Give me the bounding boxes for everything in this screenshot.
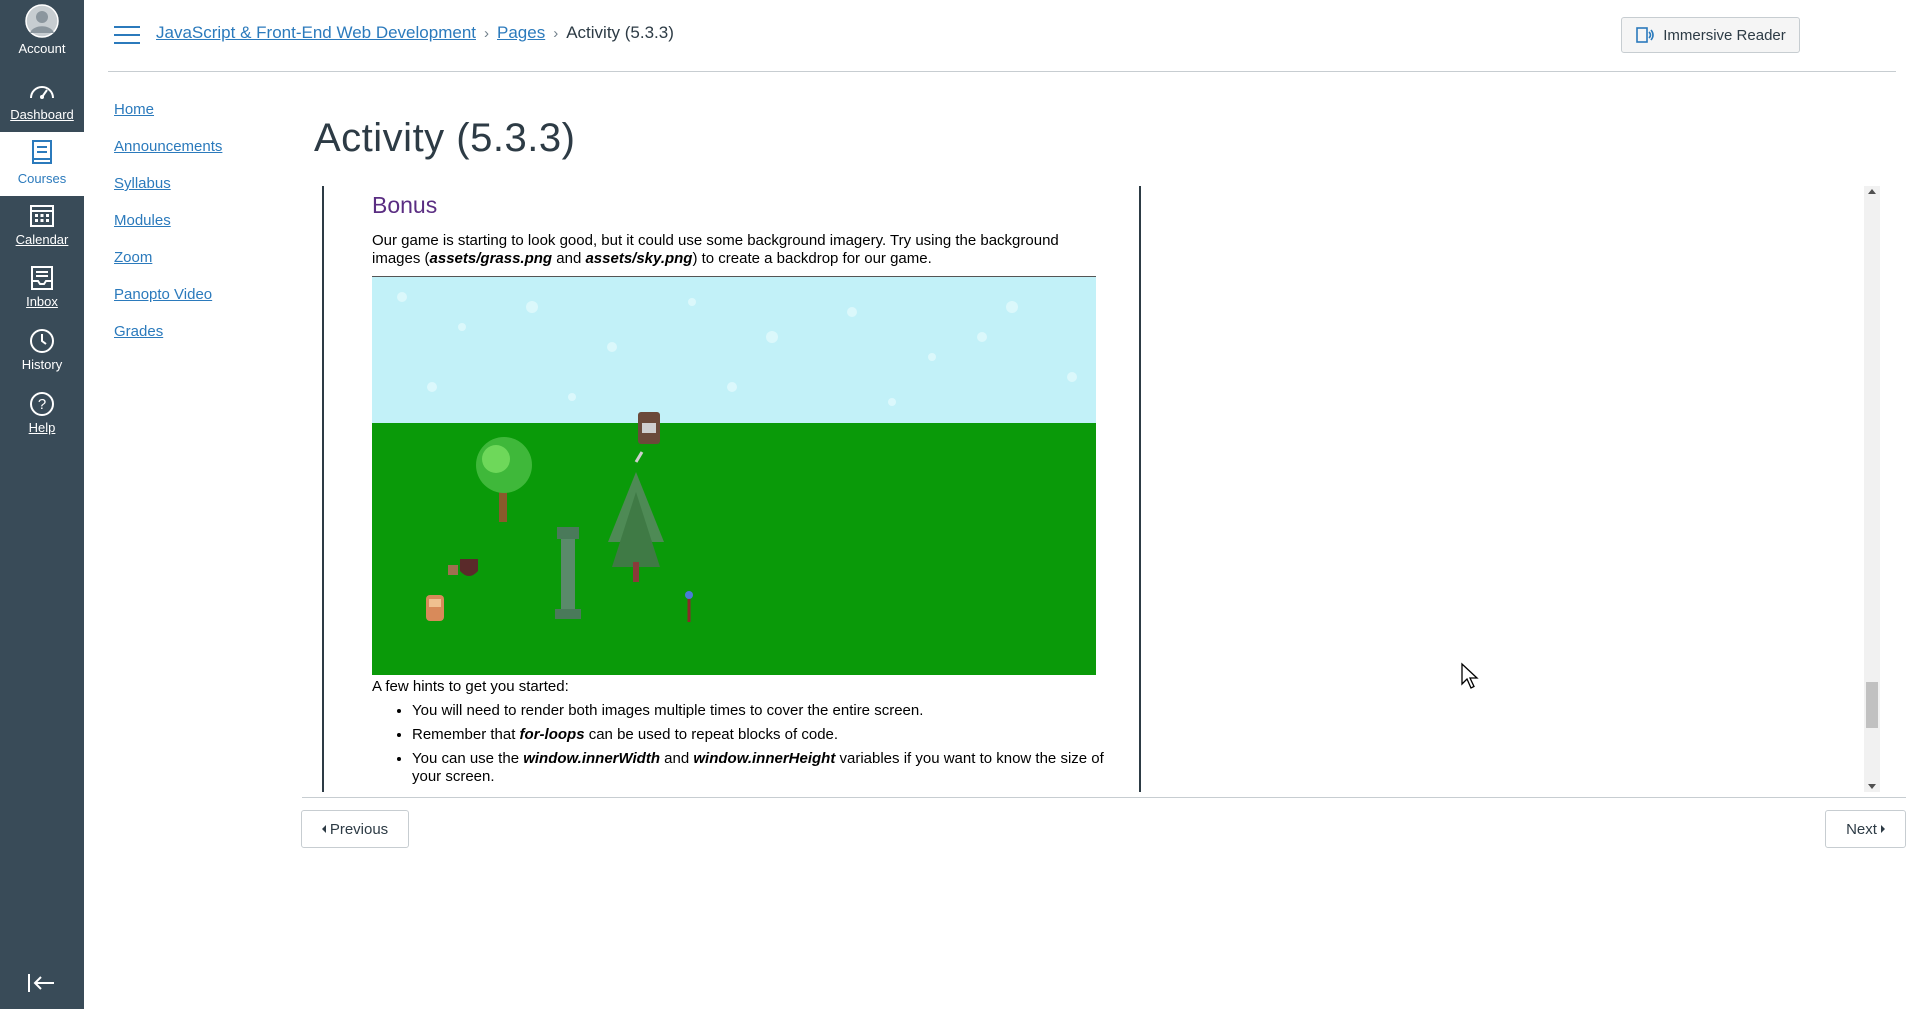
global-nav-courses[interactable]: Courses <box>0 132 84 196</box>
global-nav-help[interactable]: ? Help <box>0 391 84 453</box>
hint-item: You can use the window.innerWidth and wi… <box>412 750 1132 786</box>
frame-left-border <box>322 186 324 792</box>
hint-item: You will need to render both images mult… <box>412 702 1132 720</box>
global-nav-history[interactable]: History <box>0 328 84 390</box>
course-nav-modules[interactable]: Modules <box>114 211 222 230</box>
immersive-reader-icon <box>1636 27 1655 43</box>
course-nav-panopto-video[interactable]: Panopto Video <box>114 285 222 304</box>
scrollbar-thumb[interactable] <box>1866 682 1878 728</box>
course-nav-home[interactable]: Home <box>114 100 222 119</box>
hint-item: Remember that for-loops can be used to r… <box>412 726 1132 744</box>
global-nav-calendar[interactable]: Calendar <box>0 203 84 265</box>
global-nav-dashboard-label: Dashboard <box>10 107 74 122</box>
svg-text:?: ? <box>38 396 46 413</box>
embedded-content-frame: Bonus Our game is starting to look good,… <box>318 186 1895 792</box>
global-nav-help-label: Help <box>28 420 56 435</box>
global-nav-inbox-label: Inbox <box>26 294 58 309</box>
previous-button[interactable]: Previous <box>301 810 409 848</box>
history-icon <box>30 329 54 353</box>
page-header: JavaScript & Front-End Web Development › P… <box>84 0 1920 72</box>
course-menu-toggle[interactable] <box>114 26 140 46</box>
bonus-heading: Bonus <box>372 192 438 218</box>
global-nav-inbox[interactable]: Inbox <box>0 265 84 327</box>
breadcrumb-course-link[interactable]: JavaScript & Front-End Web Development <box>156 23 476 42</box>
previous-label: Previous <box>329 820 389 838</box>
hamburger-icon <box>114 26 140 28</box>
global-nav: Account Dashboard Courses Calendar Inbox… <box>0 0 84 1009</box>
breadcrumb-current: Activity (5.3.3) <box>566 23 674 42</box>
course-nav: Home Announcements Syllabus Modules Zoom… <box>114 100 222 359</box>
dashboard-icon <box>30 86 54 99</box>
immersive-reader-button[interactable]: Immersive Reader <box>1621 17 1800 53</box>
courses-icon <box>32 140 52 164</box>
page-title: Activity (5.3.3) <box>314 116 576 160</box>
player-sprite <box>426 595 444 621</box>
asset-sky-path: assets/sky.png <box>585 250 693 267</box>
scroll-up-arrow-icon[interactable] <box>1868 189 1876 194</box>
scroll-down-arrow-icon[interactable] <box>1868 784 1876 789</box>
global-nav-account[interactable]: Account <box>0 4 84 66</box>
previous-arrow-icon <box>321 825 326 833</box>
inbox-icon <box>31 266 53 290</box>
collapse-nav-icon <box>28 974 54 992</box>
course-nav-zoom[interactable]: Zoom <box>114 248 222 267</box>
collapse-nav-button[interactable] <box>26 971 58 995</box>
help-icon: ? <box>30 392 54 416</box>
mouse-cursor-icon <box>1461 662 1479 689</box>
account-icon <box>25 4 59 38</box>
calendar-icon <box>30 205 54 227</box>
header-divider <box>108 71 1896 72</box>
content-scrollbar[interactable] <box>1864 186 1880 792</box>
next-label: Next <box>1846 820 1877 838</box>
course-nav-syllabus[interactable]: Syllabus <box>114 174 222 193</box>
breadcrumb-separator: › <box>553 25 559 42</box>
course-nav-grades[interactable]: Grades <box>114 322 222 341</box>
asset-grass-path: assets/grass.png <box>429 250 553 267</box>
game-screenshot-image <box>372 276 1096 675</box>
next-button[interactable]: Next <box>1825 810 1906 848</box>
immersive-reader-label: Immersive Reader <box>1663 26 1786 44</box>
global-nav-history-label: History <box>21 357 63 372</box>
breadcrumb-pages-link[interactable]: Pages <box>497 23 545 42</box>
breadcrumb-separator: › <box>484 25 489 42</box>
global-nav-account-label: Account <box>18 41 66 56</box>
next-arrow-icon <box>1880 825 1885 833</box>
footer-divider <box>302 797 1906 798</box>
bonus-intro-text: Our game is starting to look good, but i… <box>372 232 1059 267</box>
global-nav-courses-label: Courses <box>17 171 67 186</box>
sky-background <box>372 277 1096 423</box>
global-nav-calendar-label: Calendar <box>15 232 69 247</box>
hints-title: A few hints to get you started: <box>372 678 569 695</box>
hints-list: You will need to render both images mult… <box>372 696 1132 786</box>
course-nav-announcements[interactable]: Announcements <box>114 137 222 156</box>
breadcrumb: JavaScript & Front-End Web Development › P… <box>156 23 674 43</box>
frame-right-border <box>1139 186 1141 792</box>
